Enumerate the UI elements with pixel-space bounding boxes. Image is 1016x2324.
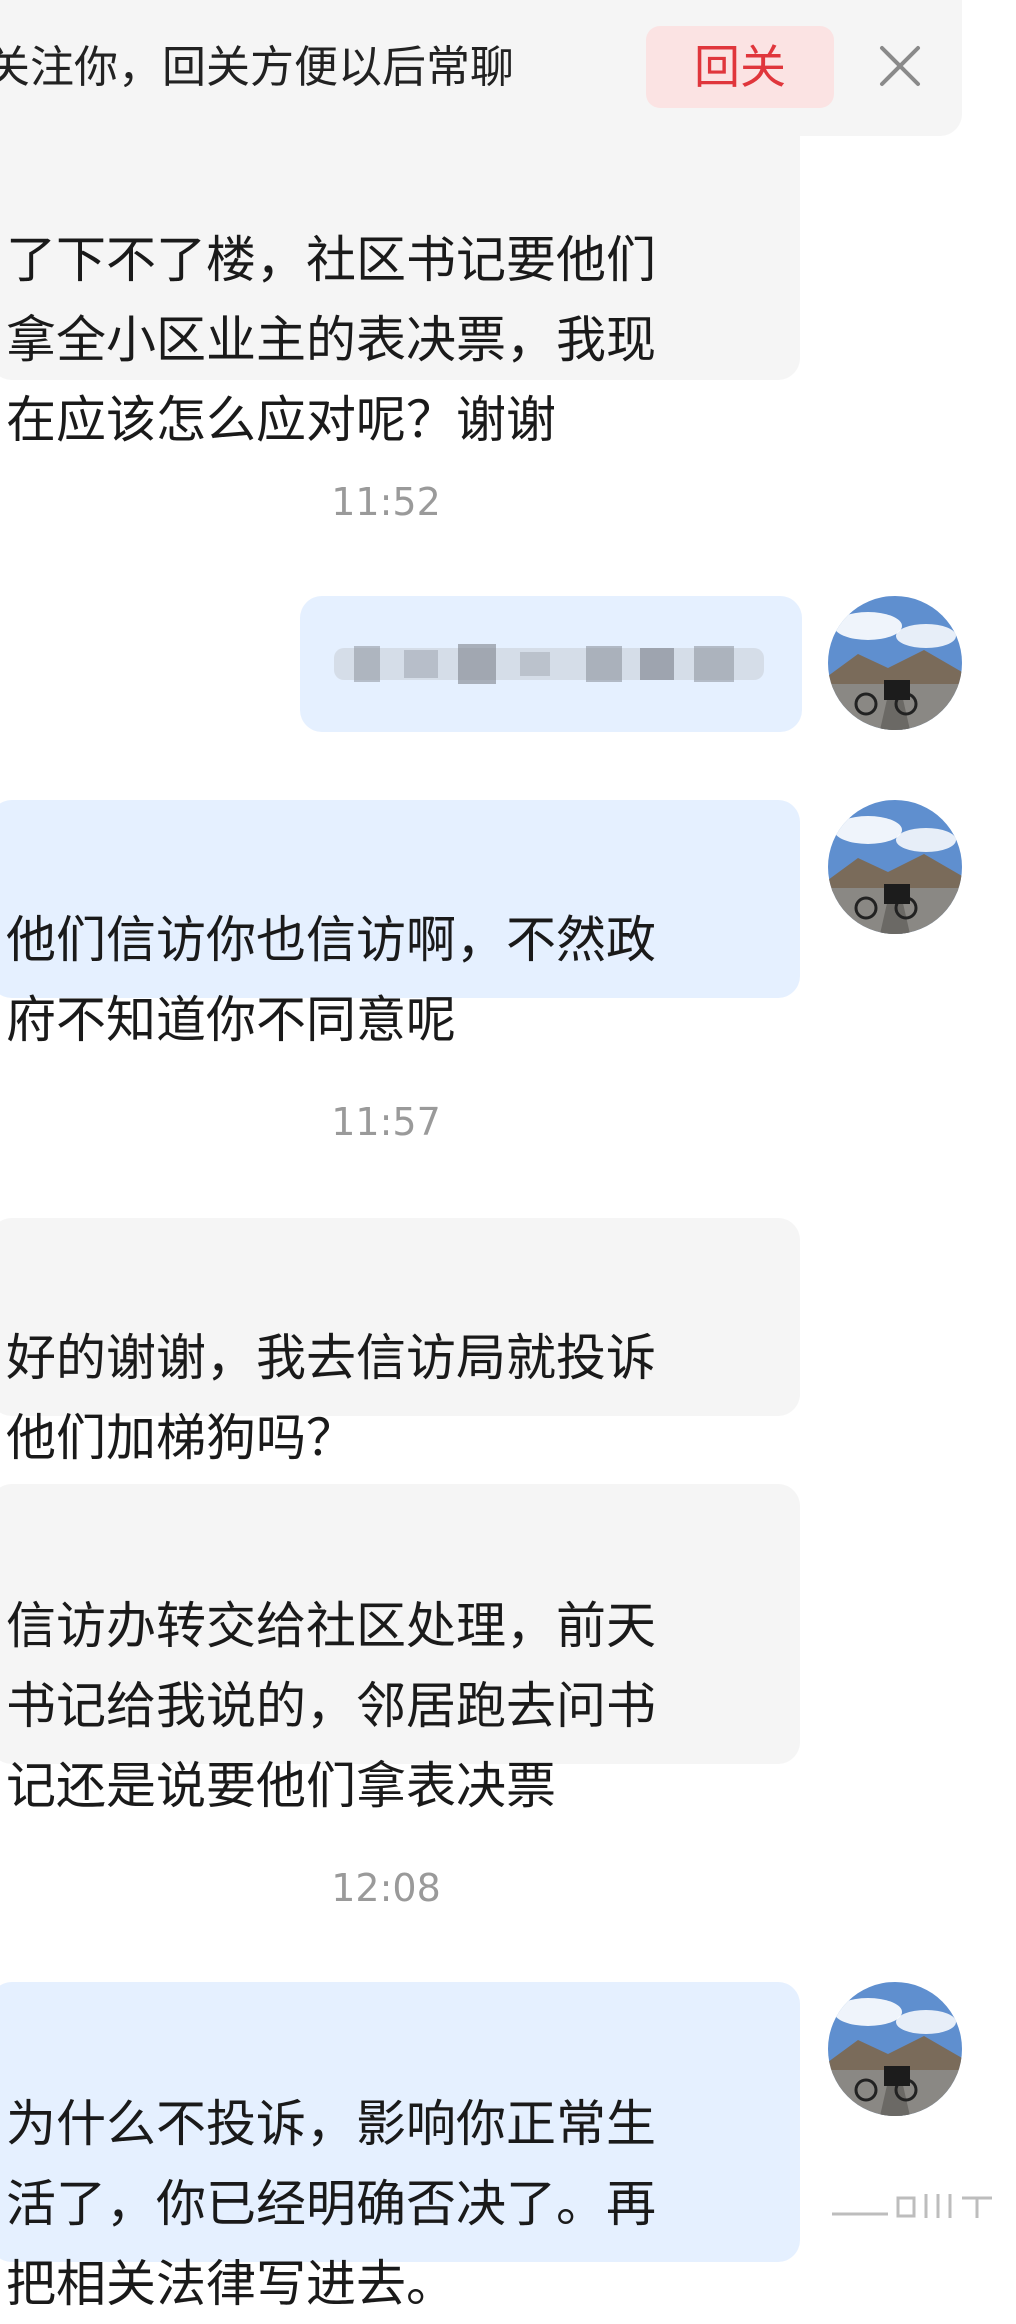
message-text: 信访办转交给社区处理，前天 书记给我说的，邻居跑去问书 记还是说要他们拿表决票	[6, 1597, 656, 1815]
redacted-text-blur	[334, 644, 764, 684]
message-bubble-outgoing[interactable]: 为什么不投诉，影响你正常生 活了，你已经明确否决了。再 把相关法律写进去。	[0, 1982, 800, 2313]
message-text: 他们信访你也信访啊，不然政 府不知道你不同意呢	[6, 911, 656, 1049]
message-text: 好的谢谢，我去信访局就投诉 他们加梯狗吗？	[6, 1329, 656, 1467]
message-text: 了下不了楼，社区书记要他们 拿全小区业主的表决票，我现 在应该怎么应对呢？谢谢	[6, 231, 656, 449]
avatar[interactable]	[828, 1982, 962, 2116]
avatar-photo-icon	[828, 596, 962, 730]
follow-back-button[interactable]: 回关	[646, 26, 834, 108]
message-text: 为什么不投诉，影响你正常生 活了，你已经明确否决了。再 把相关法律写进去。	[6, 2095, 656, 2313]
timestamp: 11:52	[331, 480, 441, 524]
message-bubble-outgoing[interactable]: 他们信访你也信访啊，不然政 府不知道你不同意呢	[0, 800, 800, 1049]
follow-prompt-text: 关注你，回关方便以后常聊	[0, 42, 514, 93]
follow-banner: 关注你，回关方便以后常聊 回关	[0, 0, 962, 136]
timestamp: 12:08	[331, 1866, 441, 1910]
avatar-photo-icon	[828, 1982, 962, 2116]
avatar[interactable]	[828, 596, 962, 730]
avatar-photo-icon	[828, 800, 962, 934]
timestamp: 11:57	[331, 1100, 441, 1144]
message-bubble-outgoing-redacted[interactable]	[300, 596, 802, 732]
avatar[interactable]	[828, 800, 962, 934]
watermark-icon	[832, 2194, 992, 2218]
message-bubble-incoming[interactable]: 信访办转交给社区处理，前天 书记给我说的，邻居跑去问书 记还是说要他们拿表决票	[0, 1484, 800, 1815]
message-bubble-incoming[interactable]: 好的谢谢，我去信访局就投诉 他们加梯狗吗？	[0, 1218, 800, 1467]
close-icon[interactable]	[872, 38, 928, 94]
